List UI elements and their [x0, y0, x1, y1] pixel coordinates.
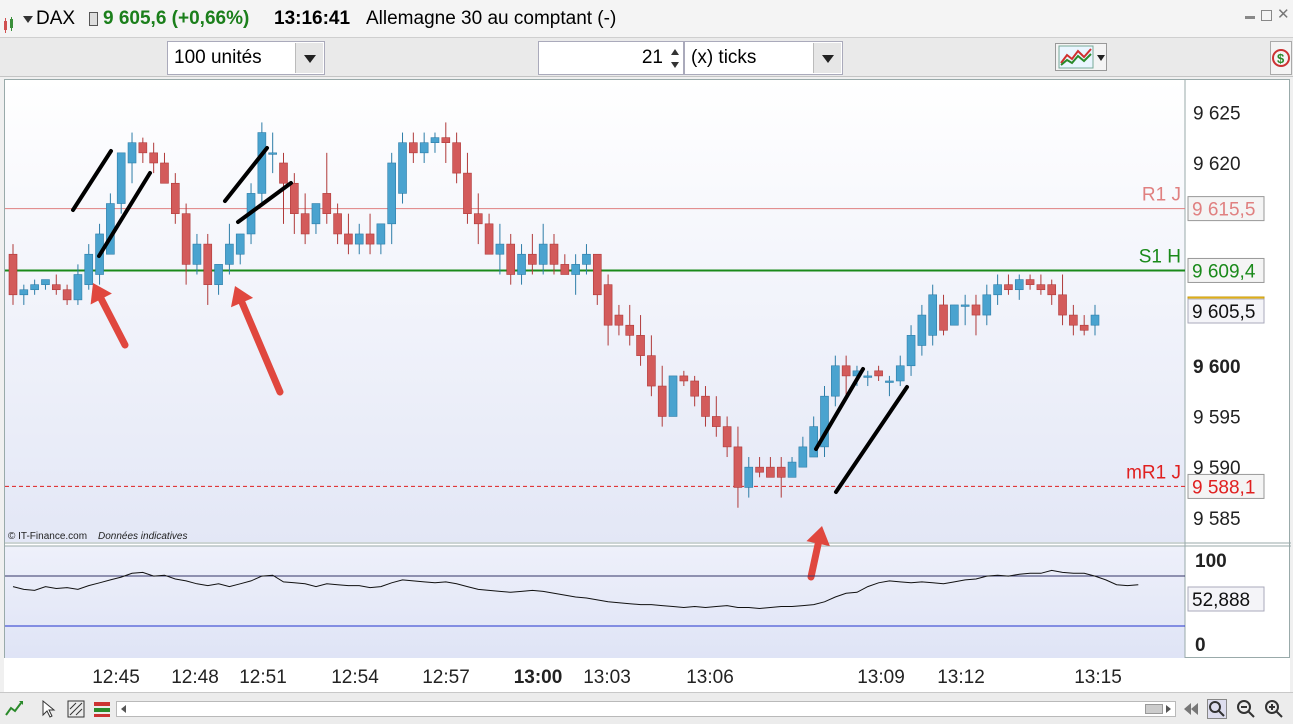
- scroll-thumb[interactable]: [1145, 704, 1163, 714]
- price-change: 9 605,6 (+0,66%): [103, 8, 250, 29]
- time-tick-label: 13:06: [686, 667, 734, 688]
- chart-style-button[interactable]: [1055, 43, 1107, 71]
- time-tick-label: 12:45: [92, 667, 140, 688]
- price-tick-label: 9 625: [1193, 103, 1241, 124]
- tick-count-input[interactable]: 21: [538, 41, 684, 75]
- indicators-icon[interactable]: [92, 699, 112, 719]
- candle: [668, 375, 678, 417]
- price-tick-label: 9 620: [1193, 154, 1241, 175]
- zoom-area-icon[interactable]: [1207, 699, 1227, 719]
- time-scrollbar[interactable]: [116, 701, 1176, 717]
- chevron-down-icon[interactable]: [813, 43, 841, 73]
- minimize-icon[interactable]: [1245, 16, 1255, 19]
- symbol-label[interactable]: DAX: [36, 0, 75, 38]
- last-close-label: 9 605,5: [1192, 302, 1255, 323]
- zoom-out-icon[interactable]: [1236, 699, 1256, 719]
- level-value: 9 588,1: [1192, 477, 1255, 498]
- price-tick-label: 9 595: [1193, 407, 1241, 428]
- time-tick-label: 12:51: [239, 667, 287, 688]
- indicator-top-label: 100: [1195, 551, 1227, 572]
- indicator-pane-background: [5, 546, 1185, 658]
- price-tick-label: 9 600: [1193, 357, 1241, 378]
- price-axis: 9 6259 6209 605,69 605,59 6009 5959 5909…: [1187, 103, 1265, 530]
- chevron-down-icon[interactable]: [1097, 55, 1105, 61]
- chevron-down-icon[interactable]: [295, 43, 323, 73]
- disclaimer-label: Données indicatives: [98, 531, 188, 542]
- level-value: 9 615,5: [1192, 200, 1255, 221]
- money-icon: $: [1272, 49, 1290, 67]
- symbol-dropdown-icon[interactable]: [23, 16, 33, 23]
- scroll-right-icon[interactable]: [1166, 705, 1171, 713]
- instrument-description: Allemagne 30 au comptant (-): [366, 8, 617, 29]
- price-tick-label: 9 590: [1193, 458, 1241, 479]
- level-name: mR1 J: [1126, 462, 1181, 483]
- platform-window: DAX 9 605,6 (+0,66%) 13:16:41 Allemagne …: [0, 0, 1293, 724]
- close-icon[interactable]: ✕: [1277, 4, 1290, 26]
- spinner-up-icon[interactable]: [671, 49, 679, 55]
- scroll-left-icon[interactable]: [121, 705, 126, 713]
- chart-toolbar: 100 unités 21 (x) ticks $: [0, 38, 1293, 77]
- bottom-toolbar: [0, 692, 1293, 724]
- units-select[interactable]: 100 unités: [167, 41, 325, 75]
- symbol-info-icon[interactable]: [89, 12, 98, 26]
- time-tick-label: 13:15: [1074, 667, 1122, 688]
- time-tick-label: 12:54: [331, 667, 379, 688]
- level-name: S1 H: [1139, 246, 1181, 267]
- time-tick-label: 13:00: [514, 667, 563, 688]
- svg-text:$: $: [1277, 51, 1285, 66]
- side-panel-button[interactable]: $: [1270, 41, 1292, 75]
- tick-type-value: (x) ticks: [691, 47, 757, 68]
- time-tick-label: 12:57: [422, 667, 470, 688]
- level-name: R1 J: [1142, 185, 1181, 206]
- price-chart[interactable]: R1 J 9 615,5 S1 H 9 609,4 mR1 J 9 588,1 9 625…: [5, 80, 1291, 659]
- candle: [257, 122, 267, 204]
- chart-area[interactable]: R1 J 9 615,5 S1 H 9 609,4 mR1 J 9 588,1 9 625…: [4, 79, 1291, 659]
- candle: [820, 386, 829, 458]
- candle: [950, 304, 959, 326]
- tick-count-value: 21: [641, 47, 663, 68]
- time-tick-label: 12:48: [171, 667, 219, 688]
- price-pane-background: [5, 80, 1185, 542]
- chart-style-icon: [1058, 45, 1094, 69]
- chart-icon[interactable]: [4, 699, 24, 719]
- time-tick-label: 13:12: [937, 667, 985, 688]
- copyright-label: © IT-Finance.com: [8, 531, 87, 542]
- hatch-icon[interactable]: [66, 699, 86, 719]
- candle: [398, 132, 407, 204]
- spinner-down-icon[interactable]: [671, 62, 679, 68]
- time-tick-label: 13:03: [583, 667, 631, 688]
- tick-type-select[interactable]: (x) ticks: [684, 41, 843, 75]
- scroll-end-icon[interactable]: [1181, 699, 1201, 719]
- maximize-icon[interactable]: [1261, 10, 1272, 21]
- time-axis: 12:45 12:48 12:51 12:54 12:57 13:00 13:03 13:06…: [4, 658, 1290, 692]
- cursor-icon[interactable]: [38, 699, 58, 719]
- app-icon[interactable]: [3, 10, 19, 33]
- indicator-value-label: 52,888: [1192, 590, 1250, 611]
- chart-title-bar: DAX 9 605,6 (+0,66%) 13:16:41 Allemagne …: [0, 0, 1293, 38]
- price-tick-label: 9 585: [1193, 509, 1241, 530]
- zoom-in-icon[interactable]: [1264, 699, 1284, 719]
- units-select-value: 100 unités: [174, 47, 262, 68]
- indicator-bottom-label: 0: [1195, 635, 1206, 656]
- level-value: 9 609,4: [1192, 261, 1256, 282]
- time-tick-label: 13:09: [857, 667, 905, 688]
- quote-time: 13:16:41: [274, 8, 351, 29]
